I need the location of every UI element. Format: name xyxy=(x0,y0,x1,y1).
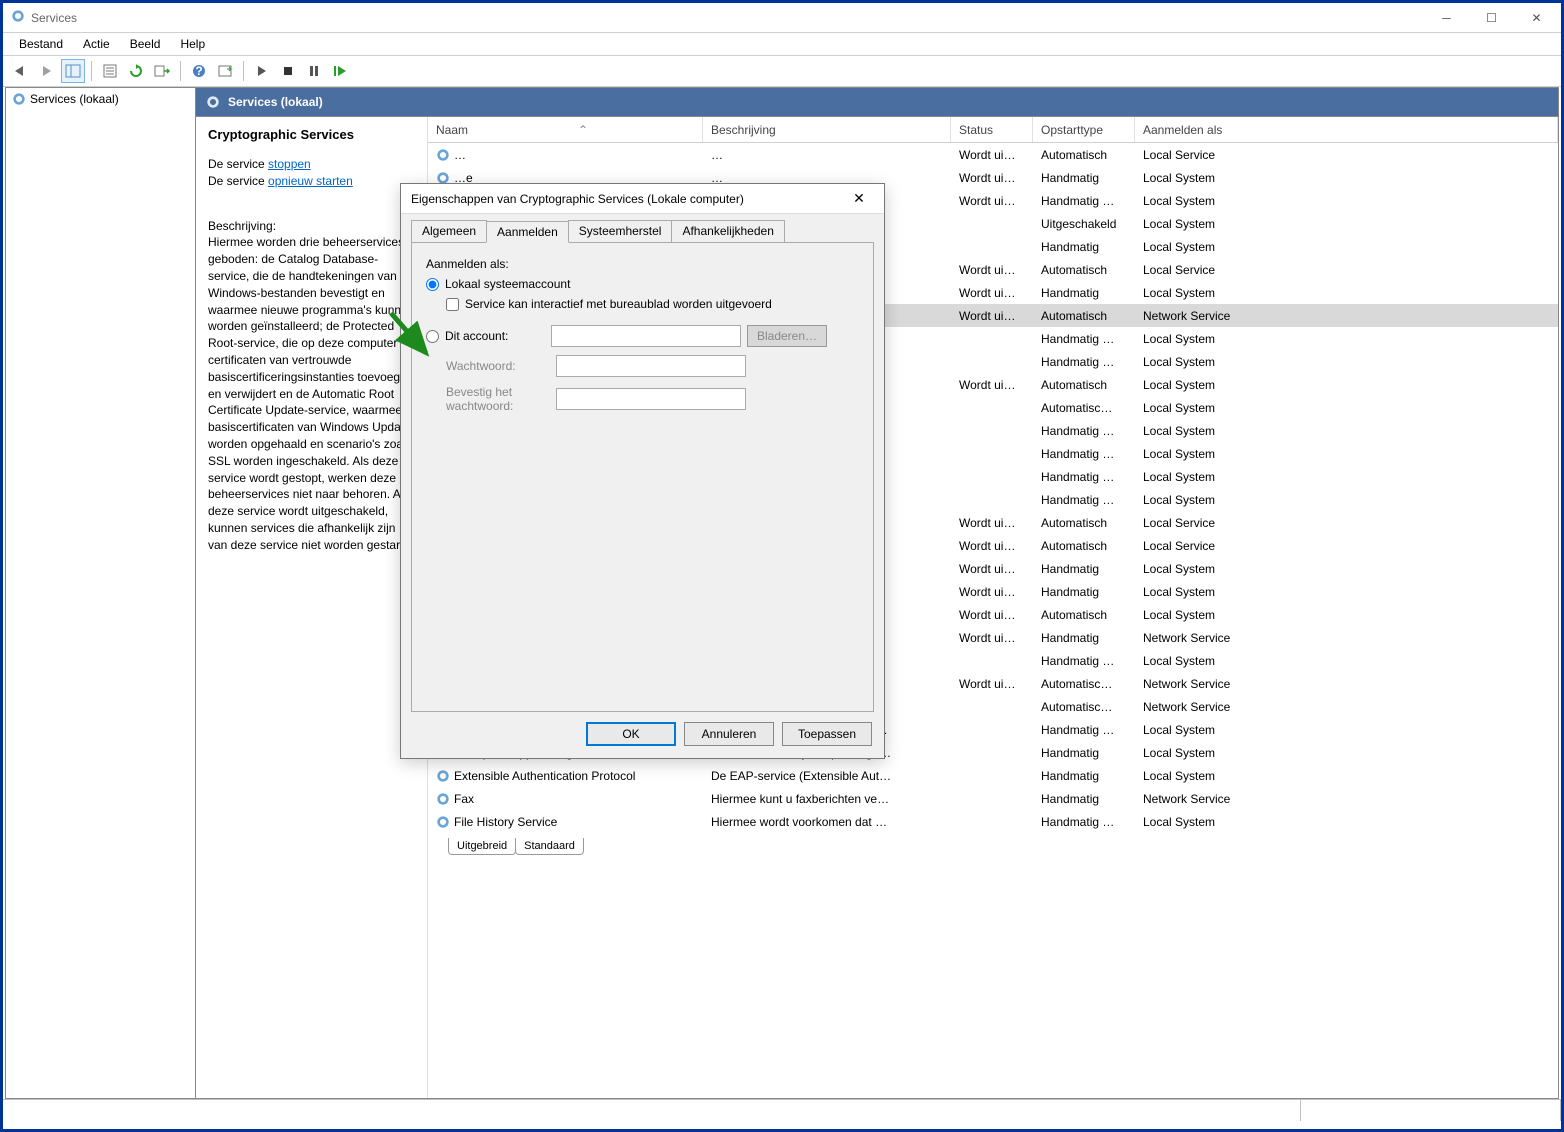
checkbox-interactive-label: Service kan interactief met bureaublad w… xyxy=(465,297,772,311)
checkbox-interactive-desktop[interactable] xyxy=(446,298,459,311)
cancel-button[interactable]: Annuleren xyxy=(684,722,774,746)
separator xyxy=(91,61,92,81)
gear-icon xyxy=(436,769,450,783)
menu-beeld[interactable]: Beeld xyxy=(122,35,169,53)
service-row[interactable]: ……Wordt ui…AutomatischLocal Service xyxy=(428,143,1558,166)
radio-local-system-label: Lokaal systeemaccount xyxy=(445,277,570,291)
ok-button[interactable]: OK xyxy=(586,722,676,746)
logon-as-label: Aanmelden als: xyxy=(426,257,859,271)
col-startup[interactable]: Opstarttype xyxy=(1033,117,1135,142)
detail-panel: Cryptographic Services De service stoppe… xyxy=(196,117,428,1098)
tab-standaard[interactable]: Standaard xyxy=(515,838,584,855)
restart-link[interactable]: opnieuw starten xyxy=(268,174,353,188)
properties-button[interactable] xyxy=(98,59,122,83)
help-button[interactable]: ? xyxy=(187,59,211,83)
tab-afhankelijkheden[interactable]: Afhankelijkheden xyxy=(671,220,784,242)
description-label: Beschrijving: xyxy=(208,218,415,235)
export-button[interactable] xyxy=(150,59,174,83)
account-name-input[interactable] xyxy=(551,325,741,347)
radio-this-account-label: Dit account: xyxy=(445,329,545,343)
col-description[interactable]: Beschrijving xyxy=(703,117,951,142)
confirm-password-input[interactable] xyxy=(556,388,746,410)
separator xyxy=(243,61,244,81)
separator xyxy=(180,61,181,81)
gear-icon xyxy=(436,792,450,806)
menu-actie[interactable]: Actie xyxy=(75,35,118,53)
gear-icon xyxy=(206,95,220,109)
annotation-arrow xyxy=(386,308,436,368)
service-title: Cryptographic Services xyxy=(208,127,415,142)
menubar: Bestand Actie Beeld Help xyxy=(3,33,1561,55)
minimize-button[interactable]: ─ xyxy=(1424,4,1469,32)
service-row[interactable]: File History ServiceHiermee wordt voorko… xyxy=(428,810,1558,833)
tree-item-services-local[interactable]: Services (lokaal) xyxy=(6,88,195,110)
maximize-button[interactable]: ☐ xyxy=(1469,4,1514,32)
stop-link[interactable]: stoppen xyxy=(268,157,311,171)
tab-aanmelden[interactable]: Aanmelden xyxy=(486,221,569,243)
back-button[interactable] xyxy=(9,59,33,83)
window-title: Services xyxy=(31,11,1424,25)
password-input[interactable] xyxy=(556,355,746,377)
pane-header: Services (lokaal) xyxy=(196,88,1558,116)
dialog-title: Eigenschappen van Cryptographic Services… xyxy=(411,192,844,206)
forward-button[interactable] xyxy=(35,59,59,83)
col-name[interactable]: Naam⌃ xyxy=(428,117,703,142)
description-text: Hiermee worden drie beheerservices gebod… xyxy=(208,234,415,553)
refresh-button[interactable] xyxy=(124,59,148,83)
pane-header-title: Services (lokaal) xyxy=(228,95,323,109)
service-row[interactable]: FaxHiermee kunt u faxberichten ve…Handma… xyxy=(428,787,1558,810)
radio-local-system[interactable] xyxy=(426,278,439,291)
svg-text:?: ? xyxy=(195,64,202,78)
password-label: Wachtwoord: xyxy=(446,359,546,373)
properties-dialog: Eigenschappen van Cryptographic Services… xyxy=(400,183,885,759)
tab-algemeen[interactable]: Algemeen xyxy=(411,220,487,242)
restart-service-button[interactable] xyxy=(328,59,352,83)
apply-button[interactable]: Toepassen xyxy=(782,722,872,746)
tab-uitgebreid[interactable]: Uitgebreid xyxy=(448,838,516,855)
col-status[interactable]: Status xyxy=(951,117,1033,142)
pause-service-button[interactable] xyxy=(302,59,326,83)
start-service-button[interactable] xyxy=(250,59,274,83)
column-headers: Naam⌃ Beschrijving Status Opstarttype Aa… xyxy=(428,117,1558,143)
gear-icon xyxy=(12,92,26,106)
service-row[interactable]: Extensible Authentication ProtocolDe EAP… xyxy=(428,764,1558,787)
gear-icon xyxy=(436,815,450,829)
statusbar xyxy=(3,1099,1561,1121)
show-hide-tree-button[interactable] xyxy=(61,59,85,83)
titlebar: Services ─ ☐ ✕ xyxy=(3,3,1561,33)
confirm-password-label: Bevestig het wachtwoord: xyxy=(446,385,546,413)
action-center-button[interactable] xyxy=(213,59,237,83)
gear-icon xyxy=(436,148,450,162)
app-icear-icon xyxy=(11,9,25,26)
dialog-close-button[interactable]: ✕ xyxy=(844,190,874,207)
tree-item-label: Services (lokaal) xyxy=(30,92,119,106)
stop-service-button[interactable] xyxy=(276,59,300,83)
tree-pane: Services (lokaal) xyxy=(6,88,196,1098)
col-logon[interactable]: Aanmelden als xyxy=(1135,117,1558,142)
menu-help[interactable]: Help xyxy=(172,35,213,53)
close-button[interactable]: ✕ xyxy=(1514,4,1559,32)
menu-bestand[interactable]: Bestand xyxy=(11,35,71,53)
browse-button[interactable]: Bladeren… xyxy=(747,325,827,347)
toolbar: ? xyxy=(3,55,1561,87)
tab-systeemherstel[interactable]: Systeemherstel xyxy=(568,220,673,242)
